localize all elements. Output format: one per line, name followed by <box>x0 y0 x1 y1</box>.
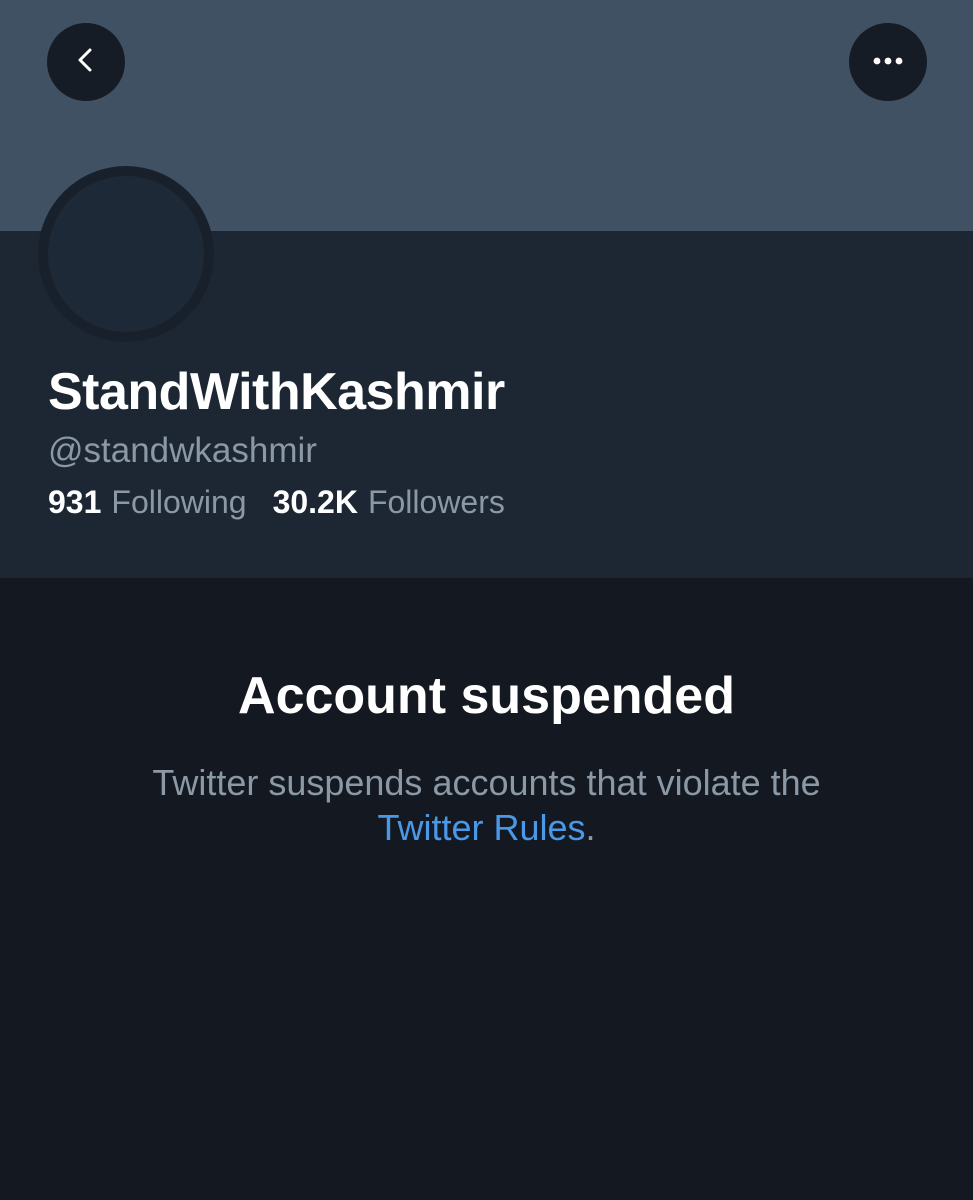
followers-count: 30.2K <box>272 484 358 520</box>
profile-stats: 931 Following 30.2K Followers <box>48 482 505 522</box>
more-options-button[interactable] <box>849 23 927 101</box>
avatar-placeholder <box>48 176 204 332</box>
following-count: 931 <box>48 484 102 520</box>
suspension-message: Twitter suspends accounts that violate t… <box>0 760 973 850</box>
username-handle: @standwkashmir <box>48 431 317 470</box>
followers-stat[interactable]: 30.2K Followers <box>273 482 505 522</box>
chevron-left-icon <box>71 45 101 80</box>
suspension-title: Account suspended <box>238 667 735 725</box>
suspension-message-text: Twitter suspends accounts that violate t… <box>152 762 821 803</box>
followers-label: Followers <box>367 484 505 520</box>
back-button[interactable] <box>47 23 125 101</box>
twitter-rules-link[interactable]: Twitter Rules <box>377 807 585 848</box>
following-stat[interactable]: 931 Following <box>48 482 247 522</box>
more-horizontal-icon <box>872 53 904 71</box>
following-label: Following <box>111 484 247 520</box>
avatar[interactable] <box>38 166 214 342</box>
display-name: StandWithKashmir <box>48 363 505 421</box>
suspension-message-line2: Twitter Rules. <box>0 805 973 850</box>
message-period: . <box>585 807 596 848</box>
